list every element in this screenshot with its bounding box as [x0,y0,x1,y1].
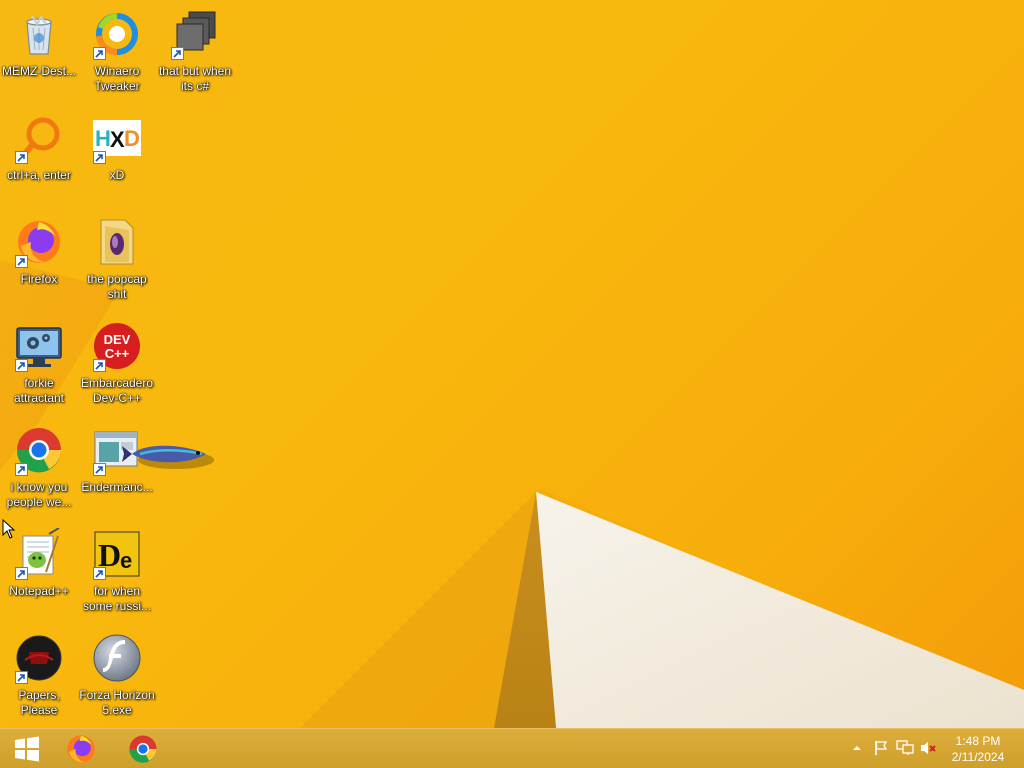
firefox-icon [67,735,95,763]
desktop-icon-forkie[interactable]: forkie attractant [0,316,78,416]
folder-icon [91,216,143,268]
desktop-icon-label: Firefox [20,272,58,286]
volume-button[interactable] [920,739,938,757]
desktop-icon-label: Embarcadero Dev-C++ [80,376,154,405]
desktop-icon-label: i know you people we... [6,480,72,509]
svg-text:e: e [120,548,132,573]
desktop-icon-devcpp[interactable]: DEV C++ Embarcadero Dev-C++ [78,316,156,416]
desktop-icon-ctrl-a[interactable]: ctrl+a, enter [0,108,78,208]
start-button[interactable] [0,730,54,768]
system-clock[interactable]: 1:48 PM 2/11/2024 [946,733,1010,765]
shortcut-arrow-icon [15,671,28,684]
desktop-icon-chrome[interactable]: i know you people we... [0,420,78,520]
desktop-icon-label: Endermanc... [81,480,153,494]
desktop-icon-notepadpp[interactable]: Notepad++ [0,524,78,624]
fish-icon [122,445,214,469]
orange-search-ring-icon [13,112,65,164]
svg-text:DEV: DEV [104,332,131,347]
desktop-icon-label: for when some russi... [82,584,151,613]
flag-icon [875,741,888,755]
shortcut-arrow-icon [15,463,28,476]
desktop-icon-label: Notepad++ [9,584,69,598]
papers-please-icon [13,632,65,684]
de-logo-icon: D e [91,528,143,580]
chrome-icon [129,735,157,763]
taskbar-chrome-button[interactable] [116,730,170,768]
recycle-bin-icon [13,8,65,60]
speaker-muted-icon [921,742,936,754]
shortcut-arrow-icon [93,567,106,580]
clock-date: 2/11/2024 [951,750,1005,764]
flash-player-icon [91,632,143,684]
firefox-icon [13,216,65,268]
desktop-icon-popcap-folder[interactable]: the popcap shit [78,212,156,312]
clock-time: 1:48 PM [955,734,1001,748]
shortcut-arrow-icon [15,151,28,164]
shortcut-arrow-icon [93,47,106,60]
shortcut-arrow-icon [93,151,106,164]
network-button[interactable] [896,739,914,757]
desktop-icon-xd[interactable]: H X D xD [78,108,156,208]
taskbar-firefox-button[interactable] [54,730,108,768]
desktop-icon-label: forkie attractant [13,376,65,405]
network-icon [896,740,914,755]
svg-text:H: H [95,126,111,151]
desktop-icon-label: MEMZ-Dest... [2,64,76,78]
desktop-icon-winaero[interactable]: Winaero Tweaker [78,4,156,104]
desktop-icon-label: ctrl+a, enter [7,168,71,182]
taskbar: 1:48 PM 2/11/2024 [0,728,1024,768]
desktop-icon-label: the popcap shit [87,272,147,301]
hxd-hex-editor-icon: H X D [91,112,143,164]
shortcut-arrow-icon [171,47,184,60]
dev-cpp-icon: DEV C++ [91,320,143,372]
chrome-icon [13,424,65,476]
desktop[interactable]: MEMZ-Dest... ctrl+a, enter Firefox forki… [0,0,1024,728]
chevron-up-icon [853,746,861,750]
desktop-icon-label: Winaero Tweaker [94,64,140,93]
mouse-cursor-icon [2,519,16,539]
winaero-tweaker-icon [91,8,143,60]
shortcut-arrow-icon [15,359,28,372]
desktop-icon-forza[interactable]: Forza Horizon 5.exe [78,628,156,728]
desktop-icon-memz[interactable]: MEMZ-Dest... [0,4,78,104]
desktop-icon-label: xD [109,168,125,182]
desktop-icon-csharp[interactable]: that but when its c# [156,4,234,104]
stacked-windows-icon [169,8,221,60]
shortcut-arrow-icon [93,463,106,476]
monitor-gears-icon [13,320,65,372]
desktop-icon-label: that but when its c# [158,64,232,93]
svg-text:D: D [124,126,140,151]
desktop-icon-firefox[interactable]: Firefox [0,212,78,312]
notepad-plus-plus-icon [13,528,65,580]
shortcut-arrow-icon [15,567,28,580]
desktop-icon-label: Forza Horizon 5.exe [79,688,155,717]
desktop-icon-de[interactable]: D e for when some russi... [78,524,156,624]
svg-text:X: X [110,127,125,152]
shortcut-arrow-icon [15,255,28,268]
action-center-button[interactable] [872,739,890,757]
svg-text:C++: C++ [105,346,130,361]
windows-start-icon [15,736,39,762]
show-hidden-icons-button[interactable] [848,739,866,757]
shortcut-arrow-icon [93,359,106,372]
desktop-icon-label: Papers, Please [18,688,60,717]
desktop-icon-papers-please[interactable]: Papers, Please [0,628,78,728]
